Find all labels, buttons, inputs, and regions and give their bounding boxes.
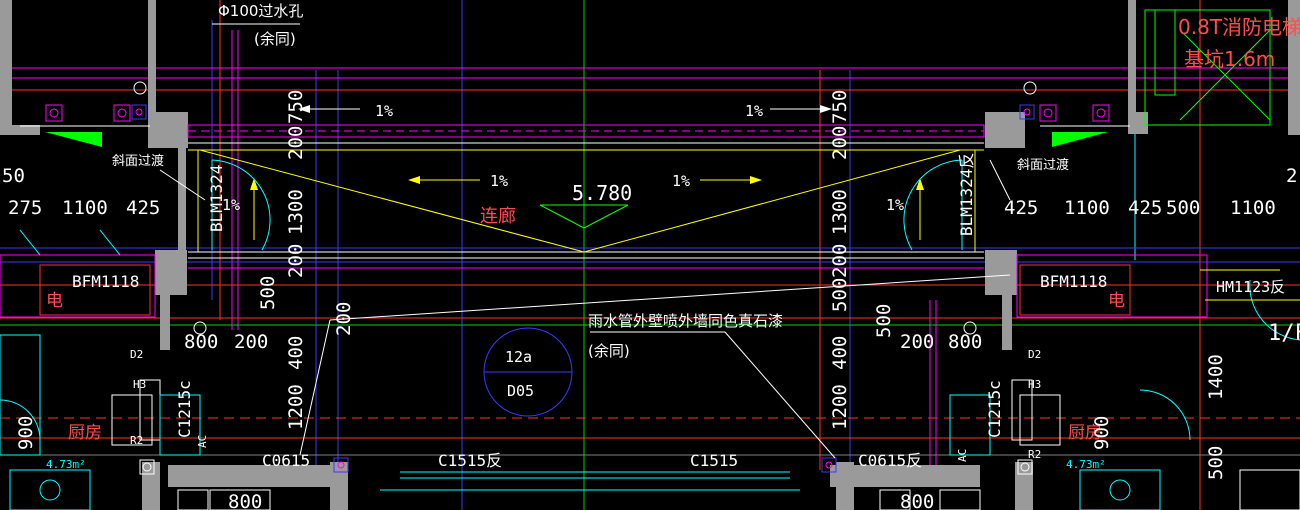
dim-1200-left: 1200: [285, 384, 307, 430]
mark-1f-label: 1/F: [1268, 321, 1300, 346]
window-c1515-left: C1515反: [438, 451, 502, 470]
fixture-ac-right: AC: [956, 449, 969, 462]
dim-750-right: 750: [829, 90, 851, 124]
dim-1300-left: 1300: [285, 189, 307, 235]
incline-label-right: 斜面过渡: [1017, 157, 1069, 173]
dim-800-right: 800: [948, 331, 982, 353]
rainpipe-note-line2: (余同): [588, 342, 630, 360]
fixture-d2-right: D2: [1028, 348, 1041, 361]
dim-275-left: 275: [8, 197, 42, 219]
area-label-right: 4.73m²: [1066, 458, 1106, 471]
dim-400-left: 400: [285, 336, 307, 370]
dim-400-right: 400: [829, 336, 851, 370]
dim-800-left: 800: [184, 331, 218, 353]
corridor-label: 连廊: [480, 206, 516, 227]
pipe-note-line1: Φ100过水孔: [218, 2, 303, 20]
fixture-r2-right: R2: [1028, 448, 1041, 461]
dim-900-right: 900: [1091, 416, 1113, 450]
dim-200-left-v2: 200: [285, 244, 307, 278]
fixture-h3-left: H3: [133, 378, 146, 391]
dim-1200-right: 1200: [829, 384, 851, 430]
door-blm-right: BLM1324反: [957, 153, 976, 236]
elevation-label: 5.780: [572, 181, 632, 205]
slope-label-6: 1%: [886, 196, 904, 214]
dim-500-right: 500: [1166, 197, 1200, 219]
dim-200-left-v3: 200: [333, 302, 355, 336]
dim-1100-right: 1100: [1064, 197, 1110, 219]
dim-200-right-v1: 200: [829, 126, 851, 160]
rainpipe-note-line1: 雨水管外壁喷外墙同色真石漆: [588, 312, 783, 330]
window-c1515-right: C1515: [690, 451, 738, 470]
dim-425-right-2: 425: [1128, 197, 1162, 219]
dim-50-left: 50: [2, 165, 25, 187]
dim-200-left-v1: 200: [285, 126, 307, 160]
dim-200-left: 200: [234, 331, 268, 353]
fixture-d2-left: D2: [130, 348, 143, 361]
slope-label-2: 1%: [745, 102, 763, 120]
dim-1100-right-2: 1100: [1230, 197, 1276, 219]
electric-label-right: 电: [1108, 291, 1125, 311]
dim-500-right-v3: 500: [873, 304, 895, 338]
fire-lift-line2: 基坑1.6m: [1184, 47, 1275, 71]
slope-label-3: 1%: [490, 172, 508, 190]
slope-label-1: 1%: [375, 102, 393, 120]
dim-425-left: 425: [126, 197, 160, 219]
door-blm-left: BLM1324: [207, 165, 226, 232]
detail-bottom-label: D05: [507, 382, 534, 400]
dim-1400-right: 1400: [1205, 354, 1227, 400]
dim-500-right-v: 500: [1205, 446, 1227, 480]
dim-1100-left: 1100: [62, 197, 108, 219]
area-label-left: 4.73m²: [46, 458, 86, 471]
cad-drawing-canvas[interactable]: Φ100过水孔 (余同) 0.8T消防电梯 基坑1.6m 连廊 5.780 1%…: [0, 0, 1300, 510]
dim-800-bottom-left: 800: [228, 491, 262, 510]
dim-1300-right: 1300: [829, 189, 851, 235]
fixture-r2-left: R2: [130, 434, 143, 447]
window-c1215-left: C1215c: [175, 380, 194, 438]
dim-425-right: 425: [1004, 197, 1038, 219]
window-c1215-right: C1215c: [985, 380, 1004, 438]
detail-top-label: 12a: [505, 348, 532, 366]
kitchen-label-left: 厨房: [68, 423, 102, 443]
electric-label-left: 电: [46, 291, 63, 311]
incline-label-left: 斜面过渡: [112, 153, 164, 169]
dim-2-right: 2: [1286, 165, 1297, 187]
fire-lift-line1: 0.8T消防电梯: [1178, 15, 1300, 39]
window-c0615-left: C0615: [262, 451, 310, 470]
dim-200-right: 200: [900, 331, 934, 353]
door-bfm-right: BFM1118: [1040, 272, 1107, 291]
dim-500-left: 500: [257, 276, 279, 310]
dim-900-left: 900: [15, 416, 37, 450]
slope-label-4: 1%: [672, 172, 690, 190]
fixture-h3-right: H3: [1028, 378, 1041, 391]
door-bfm-left: BFM1118: [72, 272, 139, 291]
pipe-note-line2: (余同): [254, 30, 296, 48]
dim-750-left: 750: [285, 90, 307, 124]
dim-500-right-v2: 500: [829, 278, 851, 312]
door-hm-label: HM1123反: [1216, 278, 1285, 296]
fixture-ac-left: AC: [196, 435, 209, 448]
dim-200-right-v2: 200: [829, 244, 851, 278]
window-c0615-right: C0615反: [858, 451, 922, 470]
dim-800-bottom-right: 800: [900, 491, 934, 510]
